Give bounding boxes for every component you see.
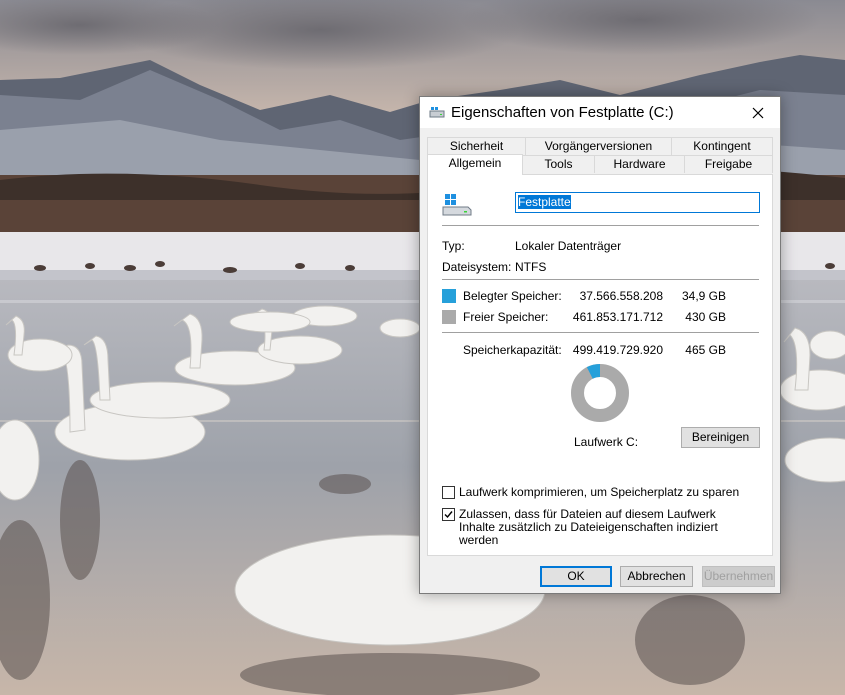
used-space-bytes: 37.566.558.208	[579, 289, 663, 303]
properties-dialog: Eigenschaften von Festplatte (C:) Sicher…	[419, 96, 781, 594]
general-tab-panel: Festplatte Typ: Lokaler Datenträger Date…	[427, 174, 773, 556]
tab-freigabe[interactable]: Freigabe	[684, 155, 773, 173]
title-bar[interactable]: Eigenschaften von Festplatte (C:)	[420, 97, 780, 128]
drive-icon	[429, 107, 445, 118]
tab-vorgaengerversionen[interactable]: Vorgängerversionen	[525, 137, 672, 155]
cleanup-button[interactable]: Bereinigen	[681, 427, 760, 448]
drive-name-input[interactable]: Festplatte	[515, 192, 760, 213]
free-space-bytes: 461.853.171.712	[572, 310, 663, 324]
used-space-size: 34,9 GB	[681, 289, 726, 303]
free-space-ring	[571, 364, 629, 422]
free-space-size: 430 GB	[685, 310, 726, 324]
free-space-label: Freier Speicher:	[463, 310, 549, 324]
separator	[442, 279, 759, 280]
apply-button[interactable]: Übernehmen	[702, 566, 775, 587]
tab-allgemein[interactable]: Allgemein	[427, 154, 523, 175]
windows-drive-icon	[442, 194, 472, 216]
filesystem-label: Dateisystem:	[442, 260, 512, 274]
ok-button[interactable]: OK	[540, 566, 612, 587]
index-checkbox[interactable]	[442, 508, 455, 521]
capacity-label: Speicherkapazität:	[463, 343, 562, 357]
compress-label: Laufwerk komprimieren, um Speicherplatz …	[459, 485, 740, 499]
type-value: Lokaler Datenträger	[515, 239, 622, 253]
capacity-bytes: 499.419.729.920	[572, 343, 663, 357]
used-space-swatch	[442, 289, 456, 303]
type-label: Typ:	[442, 239, 465, 253]
tab-kontingent[interactable]: Kontingent	[671, 137, 773, 155]
close-button[interactable]	[735, 97, 780, 128]
index-label: Zulassen, dass für Dateien auf diesem La…	[459, 507, 718, 547]
close-icon	[752, 107, 763, 118]
separator	[442, 225, 759, 226]
capacity-size: 465 GB	[685, 343, 726, 357]
used-space-arc	[586, 364, 601, 379]
used-space-label: Belegter Speicher:	[463, 289, 562, 303]
usage-donut-chart	[571, 364, 629, 422]
compress-checkbox[interactable]	[442, 486, 455, 499]
tab-tools[interactable]: Tools	[522, 155, 595, 173]
free-space-swatch	[442, 310, 456, 324]
window-title: Eigenschaften von Festplatte (C:)	[451, 104, 674, 121]
drive-name-text: Festplatte	[518, 195, 571, 209]
tab-hardware[interactable]: Hardware	[594, 155, 685, 173]
drive-letter-label: Laufwerk C:	[574, 435, 639, 449]
checkmark-icon	[444, 511, 453, 519]
tab-sicherheit[interactable]: Sicherheit	[427, 137, 526, 155]
cancel-button[interactable]: Abbrechen	[620, 566, 693, 587]
filesystem-value: NTFS	[515, 260, 547, 274]
separator	[442, 332, 759, 333]
